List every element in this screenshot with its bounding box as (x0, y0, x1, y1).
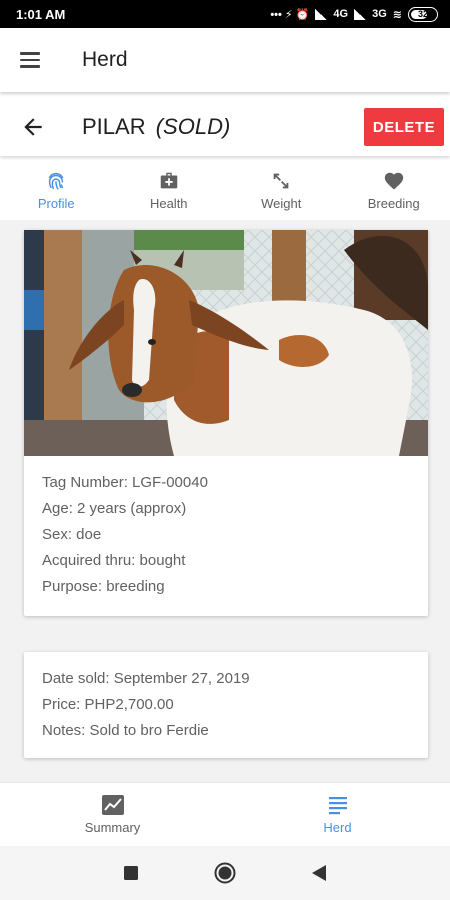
nav-summary[interactable]: Summary (0, 783, 225, 846)
fingerprint-icon (49, 172, 64, 190)
profile-details: Tag Number: LGF-00040 Age: 2 years (appr… (24, 456, 428, 600)
notification-icons: ••• ⚡ ⏰ (270, 8, 310, 21)
back-arrow-icon[interactable] (20, 114, 46, 140)
resize-arrows-icon (273, 173, 289, 188)
acquired-thru: Acquired thru: bought (42, 552, 186, 569)
date-sold: Date sold: September 27, 2019 (42, 670, 250, 687)
square-icon (124, 866, 138, 880)
app-bar: Herd (0, 28, 450, 92)
home-button[interactable] (213, 861, 237, 885)
status-bar: 1:01 AM ••• ⚡ ⏰ 4G 3G ≋ 32 (0, 0, 450, 28)
triangle-back-icon (312, 865, 326, 881)
system-navigation-bar (0, 846, 450, 900)
network-3g-label: 3G (372, 8, 387, 20)
battery-level: 32 (417, 9, 428, 19)
profile-tabs: Profile Health Weight Breeding (0, 160, 450, 220)
tab-breeding[interactable]: Breeding (338, 160, 450, 220)
goat-photo (24, 230, 428, 456)
animal-name-title: PILAR (SOLD) (82, 114, 364, 140)
tab-profile-label: Profile (37, 195, 75, 211)
purpose: Purpose: breeding (42, 578, 165, 595)
bottom-navigation: Summary Herd (0, 782, 450, 846)
battery-icon: 32 (408, 6, 438, 22)
recent-apps-button[interactable] (119, 861, 143, 885)
age: Age: 2 years (approx) (42, 500, 187, 517)
nav-summary-label: Summary (84, 820, 141, 835)
heart-icon (384, 172, 403, 190)
profile-card: Tag Number: LGF-00040 Age: 2 years (appr… (24, 230, 428, 616)
status-icons: ••• ⚡ ⏰ 4G 3G ≋ 32 (270, 6, 438, 22)
nav-herd-label: Herd (323, 820, 352, 835)
sex: Sex: doe (42, 526, 102, 543)
tab-health[interactable]: Health (113, 160, 226, 220)
wifi-icon: ≋ (392, 8, 402, 21)
signal-icon (315, 8, 328, 20)
chart-icon (101, 795, 124, 815)
animal-header: PILAR (SOLD) DELETE (0, 98, 450, 156)
tab-breeding-label: Breeding (367, 195, 420, 211)
network-4g-label: 4G (333, 8, 349, 20)
nav-herd[interactable]: Herd (225, 783, 450, 846)
tab-health-label: Health (149, 195, 188, 211)
tab-profile[interactable]: Profile (0, 160, 113, 220)
circle-icon (214, 862, 236, 884)
back-button[interactable] (307, 861, 331, 885)
status-time: 1:01 AM (16, 6, 66, 22)
signal-icon-2 (354, 8, 367, 20)
notes: Notes: Sold to bro Ferdie (42, 722, 209, 739)
tab-weight-label: Weight (261, 195, 302, 211)
animal-status: (SOLD) (155, 114, 231, 139)
list-icon (328, 797, 347, 815)
tag-number: Tag Number: LGF-00040 (42, 474, 208, 491)
hamburger-menu-icon[interactable] (20, 48, 44, 72)
price: Price: PHP2,700.00 (42, 696, 174, 713)
sale-details: Date sold: September 27, 2019 Price: PHP… (24, 652, 428, 744)
medical-kit-icon (160, 172, 177, 188)
tab-weight[interactable]: Weight (225, 160, 338, 220)
profile-content: Tag Number: LGF-00040 Age: 2 years (appr… (0, 220, 450, 782)
animal-name: PILAR (82, 114, 146, 139)
app-title: Herd (82, 48, 128, 71)
sale-card: Date sold: September 27, 2019 Price: PHP… (24, 652, 428, 758)
delete-button[interactable]: DELETE (364, 108, 444, 146)
